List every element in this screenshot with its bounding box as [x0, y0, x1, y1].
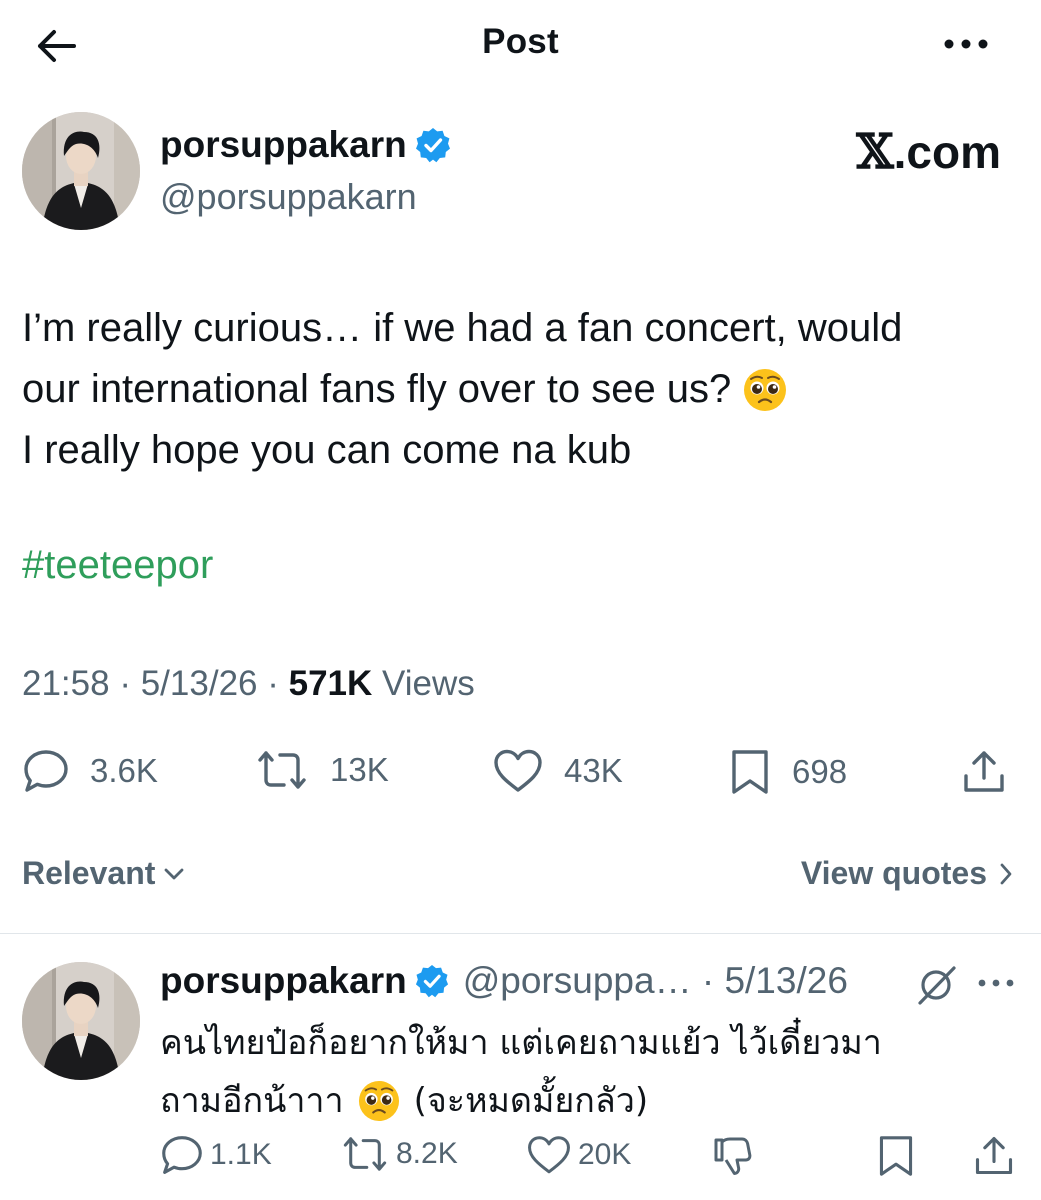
like-count: 43K: [564, 752, 623, 789]
reply-reply-count: 1.1K: [210, 1138, 272, 1171]
repost-button[interactable]: 13K: [254, 748, 389, 792]
views-count: 571K: [288, 664, 373, 703]
post-date[interactable]: 5/13/26: [141, 664, 258, 703]
repost-icon: [343, 1137, 387, 1171]
share-button[interactable]: [960, 748, 1008, 796]
chevron-right-icon: [1000, 863, 1012, 884]
grok-icon: [918, 966, 956, 1005]
more-options-button[interactable]: [938, 22, 994, 66]
profile-photo: [22, 112, 140, 230]
view-quotes-link[interactable]: View quotes: [801, 855, 1013, 892]
page-title: Post: [482, 22, 559, 61]
reply-button[interactable]: 3.6K: [22, 748, 158, 794]
thumbs-down-icon: [714, 1137, 752, 1175]
reply-handle-date[interactable]: @porsuppa… · 5/13/26: [463, 960, 848, 1002]
bookmark-button[interactable]: 698: [728, 748, 847, 796]
author-name[interactable]: porsuppakarn: [160, 124, 451, 166]
more-horizontal-icon: [978, 979, 1014, 987]
reply-icon: [162, 1136, 202, 1174]
view-quotes-label: View quotes: [800, 855, 987, 891]
sort-label: Relevant: [22, 855, 156, 891]
meta-separator: ·: [119, 664, 131, 703]
divider: [0, 933, 1041, 934]
verified-badge-icon: [415, 964, 448, 998]
avatar[interactable]: [22, 112, 140, 230]
share-icon: [975, 1137, 1013, 1175]
bookmark-count: 698: [792, 753, 848, 790]
tweet-line: our international fans fly over to see u…: [22, 359, 1022, 420]
more-horizontal-icon: [944, 39, 988, 49]
reply-line-text: ถามอีกน้าาา: [160, 1081, 344, 1121]
share-icon: [964, 751, 1004, 792]
chevron-down-icon: [164, 868, 184, 879]
reply-line-text: (จะหมดมั้ยกลัว): [413, 1081, 649, 1121]
views-label: Views: [382, 664, 475, 703]
tweet-line-text: our international fans fly over to see u…: [22, 367, 732, 411]
reply-more-button[interactable]: [976, 970, 1016, 996]
reply-like-count: 20K: [578, 1138, 632, 1171]
post-time[interactable]: 21:58: [22, 664, 110, 703]
reply-avatar[interactable]: [22, 962, 140, 1080]
author-name-text: porsuppakarn: [160, 124, 407, 165]
tweet-text: I’m really curious… if we had a fan conc…: [22, 298, 1022, 481]
pleading-face-emoji-icon: [743, 368, 787, 412]
heart-icon: [494, 749, 542, 792]
grok-icon-button[interactable]: [914, 963, 958, 1007]
reply-author-name[interactable]: porsuppakarn: [160, 960, 407, 1002]
reply-line: ถามอีกน้าาา (จะหมดมั้ยกลัว): [160, 1072, 1020, 1130]
post-meta: 21:58 · 5/13/26 · 571K Views: [22, 664, 475, 704]
meta-separator: ·: [267, 664, 279, 703]
like-button[interactable]: 43K: [492, 748, 623, 794]
verified-badge-icon: [415, 128, 450, 163]
reply-share-button[interactable]: [972, 1134, 1016, 1178]
repost-icon: [258, 751, 306, 789]
reply-repost-count: 8.2K: [396, 1137, 458, 1170]
bookmark-icon: [732, 750, 768, 794]
heart-icon: [528, 1136, 570, 1174]
bookmark-icon: [879, 1136, 913, 1176]
watermark-text: .com: [893, 126, 1001, 178]
tweet-line: I really hope you can come na kub: [22, 428, 632, 472]
hashtag-link[interactable]: #teeteepor: [22, 543, 213, 588]
author-handle[interactable]: @porsuppakarn: [160, 176, 417, 218]
reply-line: คนไทยป๋อก็อยากให้มา แต่เคยถามแย้ว ไว้เดี…: [160, 1023, 882, 1063]
reply-downvote-button[interactable]: [710, 1134, 754, 1178]
repost-count: 13K: [330, 751, 389, 788]
profile-photo: [22, 962, 140, 1080]
reply-bookmark-button[interactable]: [876, 1134, 916, 1178]
reply-like-button[interactable]: 20K: [526, 1134, 631, 1176]
reply-header: porsuppakarn @porsuppa… · 5/13/26: [160, 960, 848, 1002]
reply-reply-button[interactable]: 1.1K: [160, 1134, 272, 1176]
reply-repost-button[interactable]: 8.2K: [340, 1134, 458, 1174]
tweet-line: I’m really curious… if we had a fan conc…: [22, 306, 903, 350]
reply-count: 3.6K: [90, 752, 158, 789]
watermark: 𝕏 .com: [856, 124, 1001, 180]
reply-text: คนไทยป๋อก็อยากให้มา แต่เคยถามแย้ว ไว้เดี…: [160, 1014, 1020, 1130]
x-logo: 𝕏: [856, 124, 894, 180]
pleading-face-emoji-icon: [358, 1080, 400, 1122]
reply-icon: [24, 750, 68, 792]
sort-replies-dropdown[interactable]: Relevant: [22, 855, 185, 892]
